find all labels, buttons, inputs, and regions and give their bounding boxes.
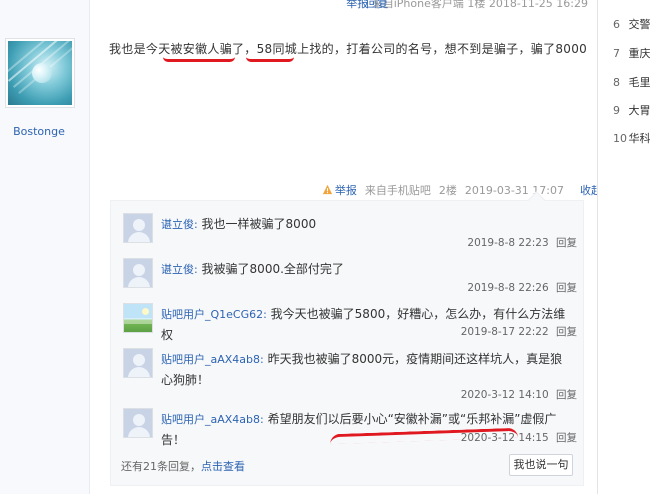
reply-meta: 2020-3-12 14:10 回复 [461,387,577,402]
post-content: 我也是今天被安徽人骗了，58同城上找的，打着公司的名号，想不到是骗子，骗了800… [109,42,588,56]
reply-username[interactable]: 谌立俊: [161,263,198,276]
post-source: 来自手机贴吧 [364,184,431,197]
floor-number: 2楼 [438,184,457,197]
reply-avatar[interactable] [123,303,153,333]
author-avatar[interactable] [5,38,75,108]
hot-topic-item[interactable]: 9 大胃 [613,102,650,118]
reply-meta: 2019-8-8 22:26 回复 [467,280,577,295]
reply-button[interactable]: 回复 [556,326,577,338]
reply-item: 贴吧用户_aAX4ab8: 昨天我也被骗了8000元，疫情期间还这样坑人，真是狼… [121,346,577,401]
reply-button[interactable]: 回复 [556,237,577,249]
reply-item: 谌立俊: 我被骗了8000.全部付完了 2019-8-8 22:26 回复 [121,256,577,296]
reply-time: 2019-8-8 22:26 [467,282,549,294]
annotation-underline [163,57,235,62]
hot-topics-sidebar: 6 交警 7 重庆 8 毛里 9 大胃 10 华科 [597,0,650,494]
report-link[interactable]: 举报 [346,0,368,10]
post-time: 2019-03-31 17:07 [464,183,564,197]
annotation-underline [246,57,294,62]
reply-item: 贴吧用户_Q1eCG62: 我今天也被骗了5800，好糟心，怎么办，有什么方法维… [121,301,577,342]
report-link[interactable]: 举报 [322,182,357,198]
author-column: Bostonge [0,0,90,494]
reply-username[interactable]: 贴吧用户_Q1eCG62: [161,308,267,321]
reply-content: 谌立俊: 我也一样被骗了8000 [161,214,573,235]
more-replies: 还有21条回复，点击查看 [121,458,245,474]
previous-post-meta: 举报 来自iPhone客户端 1楼 2018-11-25 16:29 回复 [346,0,588,11]
reply-time: 2019-8-8 22:23 [467,237,549,249]
reply-meta: 2019-8-17 22:22 回复 [461,324,577,339]
author-username[interactable]: Bostonge [0,125,78,138]
more-replies-count: 还有21条回复， [121,460,201,473]
reply-button[interactable]: 回复 [556,282,577,294]
reply-text: 我也一样被骗了8000 [201,217,317,231]
hot-topic-item[interactable]: 6 交警 [613,16,650,32]
hot-topic-item[interactable]: 10 华科 [613,130,650,146]
add-comment-button[interactable]: 我也说一句 [509,454,573,476]
reply-content: 谌立俊: 我被骗了8000.全部付完了 [161,259,573,280]
reply-username[interactable]: 贴吧用户_aAX4ab8: [161,353,264,366]
reply-text: 我被骗了8000.全部付完了 [201,262,344,276]
reply-username[interactable]: 谌立俊: [161,218,198,231]
reply-button[interactable]: 回复 [556,432,577,444]
hot-topic-item[interactable]: 7 重庆 [613,45,650,61]
reply-content: 贴吧用户_aAX4ab8: 昨天我也被骗了8000元，疫情期间还这样坑人，真是狼… [161,349,573,390]
view-more-link[interactable]: 点击查看 [201,460,245,473]
reply-item: 谌立俊: 我也一样被骗了8000 2019-8-8 22:23 回复 [121,211,577,251]
hot-topic-item[interactable]: 8 毛里 [613,74,650,90]
reply-avatar[interactable] [123,408,153,438]
post-meta: 举报 来自手机贴吧 2楼 2019-03-31 17:07 收起回复 [322,182,624,198]
reply-time: 2020-3-12 14:10 [460,389,549,401]
warning-icon [322,184,332,195]
reply-time: 2019-8-17 22:22 [460,326,549,338]
reply-avatar[interactable] [123,213,153,243]
reply-avatar[interactable] [123,258,153,288]
reply-username[interactable]: 贴吧用户_aAX4ab8: [161,413,264,426]
reply-button[interactable]: 回复 [556,389,577,401]
reply-meta: 2019-8-8 22:23 回复 [467,235,577,250]
reply-avatar[interactable] [123,348,153,378]
